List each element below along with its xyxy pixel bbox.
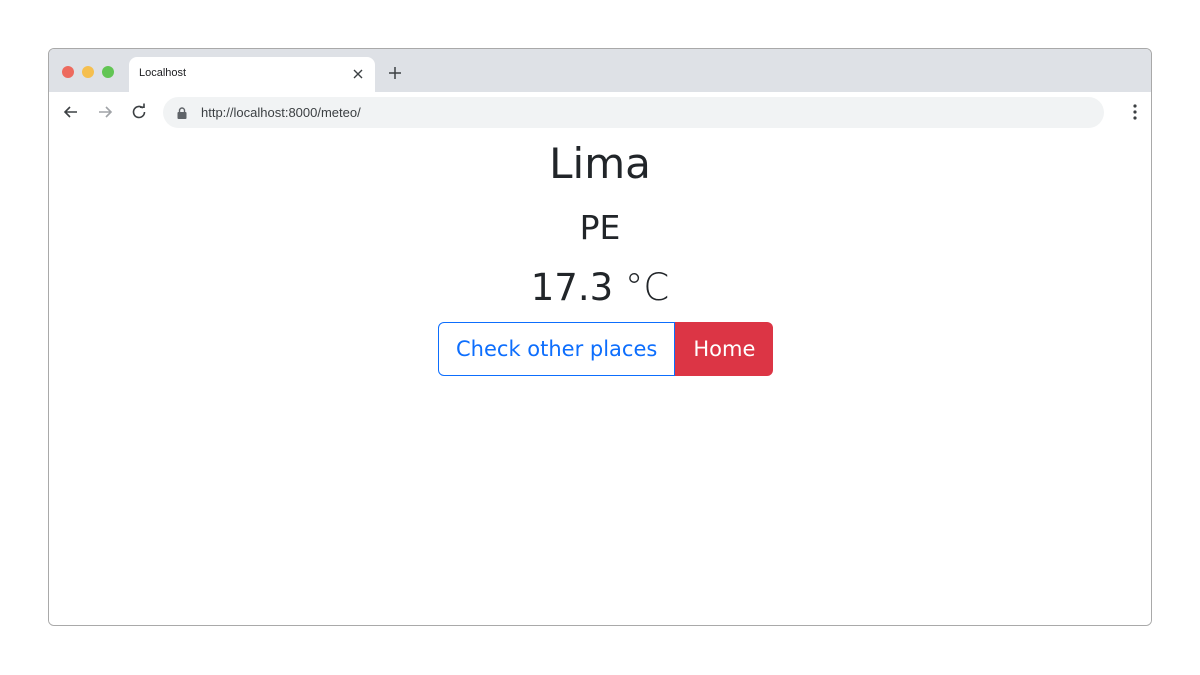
lock-icon xyxy=(177,107,187,119)
home-button[interactable]: Home xyxy=(675,322,774,376)
arrow-right-icon[interactable] xyxy=(96,103,114,121)
url-text: http://localhost:8000/meteo/ xyxy=(201,105,361,120)
action-button-group: Check other places Home xyxy=(438,322,774,376)
tab-localhost[interactable]: Localhost xyxy=(129,57,375,92)
address-bar[interactable]: http://localhost:8000/meteo/ xyxy=(163,97,1104,128)
maximize-window-button[interactable] xyxy=(102,66,114,78)
temperature-value: 17.3 xyxy=(530,266,614,309)
minimize-window-button[interactable] xyxy=(82,66,94,78)
browser-window: Localhost http://localhost:8000/meteo/ L… xyxy=(48,48,1152,626)
close-icon[interactable] xyxy=(351,67,365,81)
arrow-left-icon[interactable] xyxy=(62,103,80,121)
city-name: Lima xyxy=(549,139,651,188)
tab-title: Localhost xyxy=(139,67,187,79)
page-content: Lima PE 17.3 °C Check other places Home xyxy=(49,132,1151,625)
close-window-button[interactable] xyxy=(62,66,74,78)
check-other-places-button[interactable]: Check other places xyxy=(438,322,676,376)
temperature-readout: 17.3 °C xyxy=(49,266,1151,310)
country-code: PE xyxy=(579,208,621,247)
plus-icon[interactable] xyxy=(387,65,403,81)
browser-toolbar: http://localhost:8000/meteo/ xyxy=(49,92,1151,132)
reload-icon[interactable] xyxy=(130,103,148,121)
kebab-menu-icon[interactable] xyxy=(1133,104,1137,120)
tab-strip: Localhost xyxy=(49,49,1151,92)
temperature-unit: °C xyxy=(624,266,670,309)
